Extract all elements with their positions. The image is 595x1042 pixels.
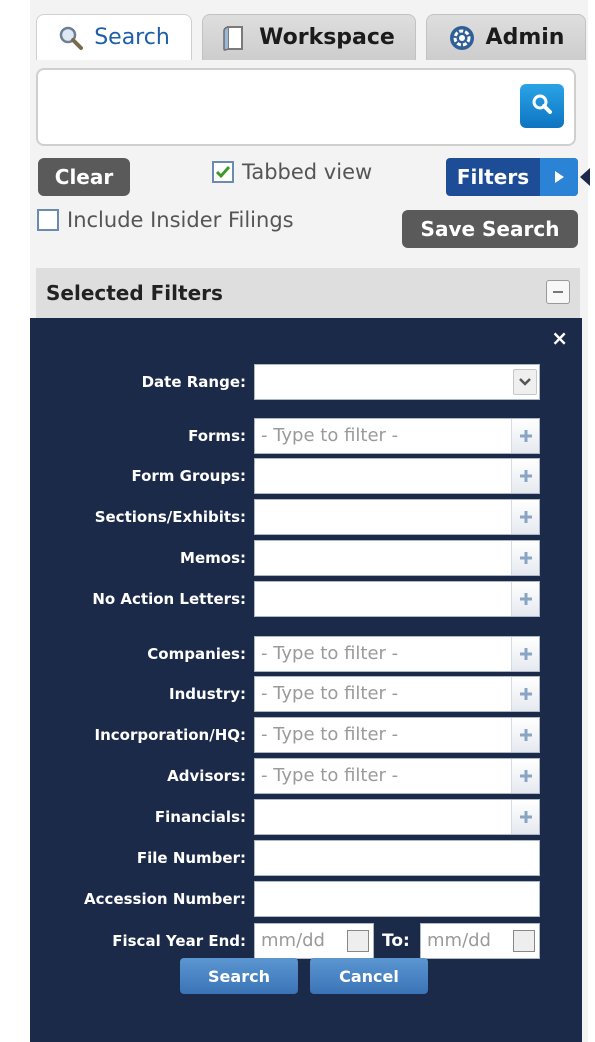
no-action-letters-row: No Action Letters: xyxy=(30,581,582,617)
form-groups-label: Form Groups: xyxy=(131,467,246,485)
magnifier-icon xyxy=(58,25,84,51)
include-insider-toggle[interactable]: Include Insider Filings xyxy=(37,208,294,232)
fiscal-year-end-label: Fiscal Year End: xyxy=(112,932,246,950)
fiscal-year-to-label: To: xyxy=(382,931,410,951)
sections-exhibits-row: Sections/Exhibits: xyxy=(30,499,582,535)
book-icon xyxy=(223,24,249,52)
include-insider-label: Include Insider Filings xyxy=(67,208,294,232)
advisors-input[interactable]: - Type to filter - xyxy=(254,758,540,794)
calendar-icon[interactable] xyxy=(513,930,535,952)
include-insider-checkbox[interactable] xyxy=(37,209,59,231)
accession-number-label: Accession Number: xyxy=(84,890,246,908)
fiscal-year-to-placeholder: mm/dd xyxy=(427,930,491,951)
advisors-label: Advisors: xyxy=(167,767,246,785)
search-box xyxy=(36,68,576,146)
incorporation-hq-row: Incorporation/HQ: - Type to filter - xyxy=(30,717,582,753)
tab-search[interactable]: Search xyxy=(36,14,192,60)
file-number-row: File Number: xyxy=(30,840,582,876)
file-number-input[interactable] xyxy=(254,840,540,876)
sections-exhibits-label: Sections/Exhibits: xyxy=(94,508,246,526)
industry-placeholder: - Type to filter - xyxy=(261,683,399,704)
advisors-placeholder: - Type to filter - xyxy=(261,765,399,786)
filters-panel: × Date Range: Forms: - Type to filter - … xyxy=(30,318,582,1042)
companies-label: Companies: xyxy=(147,645,246,663)
chevron-down-icon[interactable] xyxy=(513,369,537,395)
plus-icon[interactable] xyxy=(511,459,539,493)
forms-row: Forms: - Type to filter - xyxy=(30,418,582,454)
sections-exhibits-input[interactable] xyxy=(254,499,540,535)
companies-row: Companies: - Type to filter - xyxy=(30,636,582,672)
arrow-right-icon xyxy=(540,158,578,196)
plus-icon[interactable] xyxy=(511,800,539,834)
date-range-row: Date Range: xyxy=(30,364,582,400)
accession-number-input[interactable] xyxy=(254,881,540,917)
calendar-icon[interactable] xyxy=(347,930,369,952)
fiscal-year-end-row: Fiscal Year End: mm/dd To: mm/dd xyxy=(30,923,582,959)
companies-input[interactable]: - Type to filter - xyxy=(254,636,540,672)
forms-label: Forms: xyxy=(188,427,246,445)
fiscal-year-from-placeholder: mm/dd xyxy=(261,930,325,951)
tab-admin[interactable]: Admin xyxy=(426,14,586,60)
forms-placeholder: - Type to filter - xyxy=(261,425,399,446)
companies-placeholder: - Type to filter - xyxy=(261,643,399,664)
incorporation-hq-label: Incorporation/HQ: xyxy=(94,726,247,744)
close-icon[interactable]: × xyxy=(551,326,568,350)
incorporation-hq-input[interactable]: - Type to filter - xyxy=(254,717,540,753)
no-action-letters-input[interactable] xyxy=(254,581,540,617)
form-groups-row: Form Groups: xyxy=(30,458,582,494)
collapse-button[interactable] xyxy=(546,280,570,304)
plus-icon[interactable] xyxy=(511,718,539,752)
form-groups-input[interactable] xyxy=(254,458,540,494)
file-number-label: File Number: xyxy=(136,849,246,867)
accession-number-row: Accession Number: xyxy=(30,881,582,917)
financials-input[interactable] xyxy=(254,799,540,835)
search-submit-button[interactable] xyxy=(520,84,564,128)
tab-workspace[interactable]: Workspace xyxy=(202,14,416,60)
industry-row: Industry: - Type to filter - xyxy=(30,676,582,712)
clear-button[interactable]: Clear xyxy=(38,158,130,196)
fiscal-year-to-input[interactable]: mm/dd xyxy=(420,923,540,959)
industry-input[interactable]: - Type to filter - xyxy=(254,676,540,712)
incorporation-hq-placeholder: - Type to filter - xyxy=(261,724,399,745)
financials-row: Financials: xyxy=(30,799,582,835)
cancel-button[interactable]: Cancel xyxy=(310,958,428,994)
minus-icon xyxy=(553,291,563,293)
gear-icon xyxy=(448,24,476,52)
tab-label: Workspace xyxy=(259,25,395,50)
date-range-label: Date Range: xyxy=(141,373,246,391)
save-search-button[interactable]: Save Search xyxy=(402,210,578,248)
checkmark-icon xyxy=(215,166,231,179)
plus-icon[interactable] xyxy=(511,759,539,793)
filters-button[interactable]: Filters xyxy=(446,158,578,196)
panel-pointer-icon xyxy=(580,168,590,186)
plus-icon[interactable] xyxy=(511,541,539,575)
memos-row: Memos: xyxy=(30,540,582,576)
date-range-select[interactable] xyxy=(254,364,540,400)
plus-icon[interactable] xyxy=(511,637,539,671)
plus-icon[interactable] xyxy=(511,500,539,534)
plus-icon[interactable] xyxy=(511,582,539,616)
search-input[interactable] xyxy=(46,78,496,134)
plus-icon[interactable] xyxy=(511,677,539,711)
tabbed-view-toggle[interactable]: Tabbed view xyxy=(212,160,372,184)
forms-input[interactable]: - Type to filter - xyxy=(254,418,540,454)
selected-filters-title: Selected Filters xyxy=(46,281,223,305)
search-icon xyxy=(531,93,553,119)
tabbed-view-label: Tabbed view xyxy=(242,160,373,184)
memos-input[interactable] xyxy=(254,540,540,576)
memos-label: Memos: xyxy=(180,549,246,567)
selected-filters-header: Selected Filters xyxy=(36,268,580,318)
tab-label: Admin xyxy=(485,25,565,50)
tabbed-view-checkbox[interactable] xyxy=(212,161,234,183)
financials-label: Financials: xyxy=(154,808,246,826)
no-action-letters-label: No Action Letters: xyxy=(92,590,246,608)
fiscal-year-from-input[interactable]: mm/dd xyxy=(254,923,374,959)
industry-label: Industry: xyxy=(169,685,246,703)
advisors-row: Advisors: - Type to filter - xyxy=(30,758,582,794)
plus-icon[interactable] xyxy=(511,419,539,453)
filters-label: Filters xyxy=(456,165,530,189)
tab-label: Search xyxy=(94,25,170,50)
search-button[interactable]: Search xyxy=(180,958,298,994)
